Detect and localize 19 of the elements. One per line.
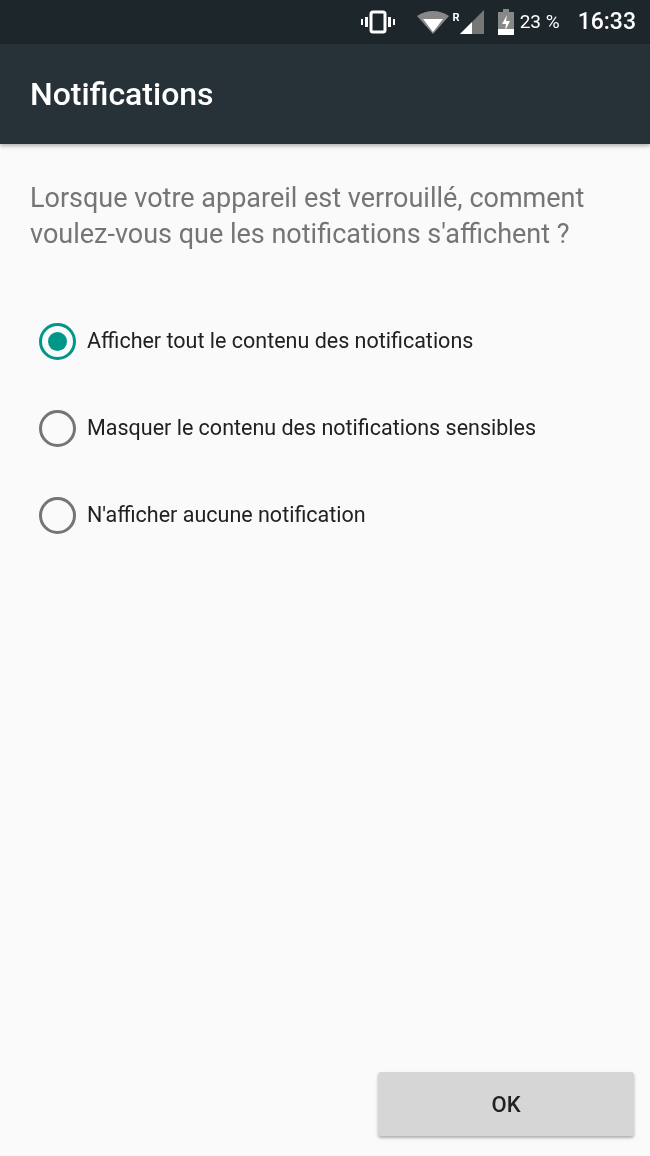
screen-title: Notifications <box>30 74 214 115</box>
option-label: Afficher tout le contenu des notifications <box>87 327 474 356</box>
roaming-indicator: R <box>452 12 460 23</box>
radio-button[interactable] <box>39 410 76 447</box>
battery-icon <box>497 9 514 35</box>
radio-option[interactable]: Afficher tout le contenu des notifications <box>30 298 620 385</box>
clock: 16:33 <box>577 6 636 37</box>
vibrate-icon <box>360 10 395 34</box>
option-label: N'afficher aucune notification <box>87 501 366 530</box>
ok-button[interactable]: OK <box>378 1072 634 1136</box>
wifi-icon <box>416 10 449 34</box>
battery-percentage: 23 % <box>519 8 560 35</box>
signal-icon <box>459 10 484 34</box>
radio-option[interactable]: Masquer le contenu des notifications sensibles <box>30 385 620 472</box>
radio-button[interactable] <box>39 497 76 534</box>
question-text: Lorsque votre appareil est verrouillé, comment voulez-vous que les notifications s'affichent ? <box>30 181 586 252</box>
radio-option[interactable]: N'afficher aucune notification <box>30 472 620 559</box>
option-label: Masquer le contenu des notifications sensibles <box>87 414 537 443</box>
radio-button[interactable] <box>39 323 76 360</box>
